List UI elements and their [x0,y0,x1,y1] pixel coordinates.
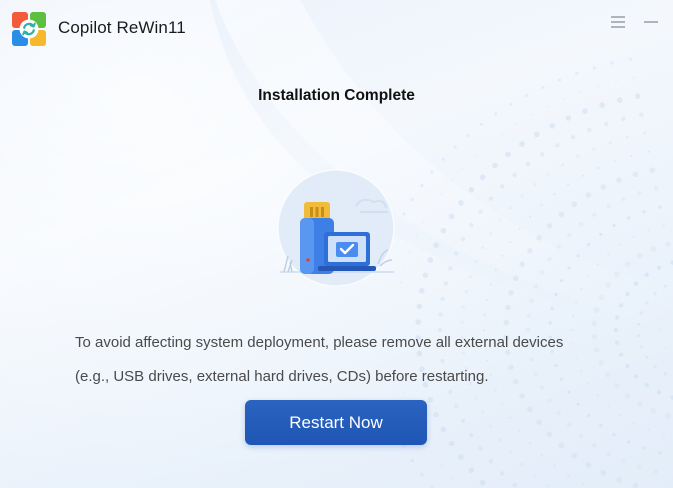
restart-now-button[interactable]: Restart Now [245,400,427,445]
app-title: Copilot ReWin11 [58,18,186,37]
instruction-message: To avoid affecting system deployment, pl… [75,326,635,394]
instruction-line-1: To avoid affecting system deployment, pl… [75,334,564,351]
hamburger-menu-icon[interactable] [606,10,630,34]
minimize-icon[interactable] [639,10,663,34]
instruction-line-2: (e.g., USB drives, external hard drives,… [75,368,489,385]
copilot-rewin-logo-icon [12,12,46,46]
installer-window: Copilot ReWin11 Installation Complete To… [0,0,673,488]
usb-drive-laptop-check-icon [277,169,395,286]
page-title: Installation Complete [258,87,415,104]
